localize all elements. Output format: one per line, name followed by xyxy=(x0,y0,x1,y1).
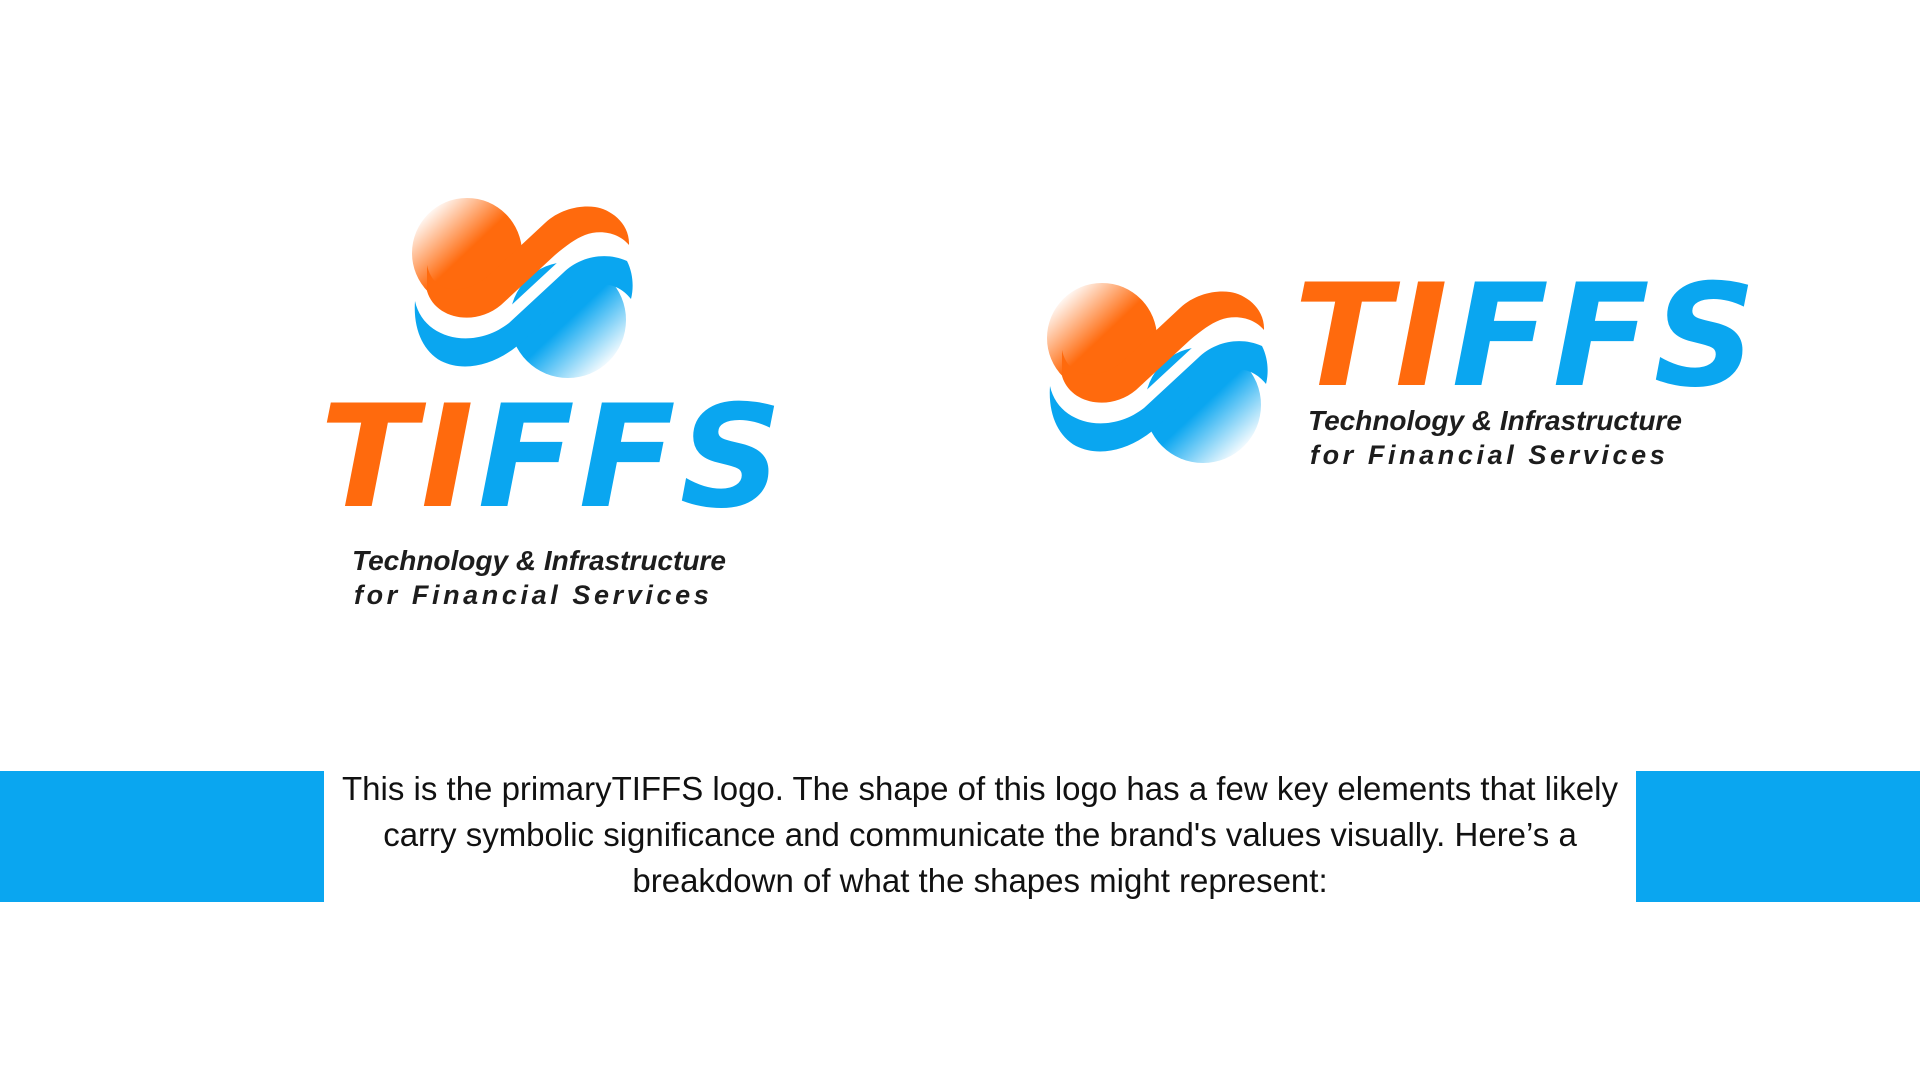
wordmark-orange-part: TI xyxy=(320,375,478,540)
accent-band-right xyxy=(1636,771,1920,902)
tiffs-wordmark: TIFFS xyxy=(320,387,782,529)
wordmark-blue-part: FFS xyxy=(1451,254,1760,419)
swoosh-s-mark-icon xyxy=(1040,280,1270,465)
wordmark-orange-part: TI xyxy=(1294,254,1452,419)
logo-description-caption: This is the primaryTIFFS logo. The shape… xyxy=(342,770,1618,899)
tiffs-wordmark: TIFFS xyxy=(1294,266,1756,408)
accent-band-left xyxy=(0,771,324,902)
tagline-line-2: for Financial Services xyxy=(1310,440,1669,470)
swoosh-s-mark-icon xyxy=(405,195,635,380)
logo-presentation-slide: TIFFS Technology & Infrastructure for Fi… xyxy=(0,0,1920,1080)
tagline-line-2: for Financial Services xyxy=(354,580,713,610)
tagline-line-1: Technology & Infrastructure xyxy=(1308,405,1682,436)
wordmark-blue-part: FFS xyxy=(477,375,786,540)
primary-logo-stacked: TIFFS Technology & Infrastructure for Fi… xyxy=(320,195,782,615)
tagline-line-1: Technology & Infrastructure xyxy=(352,545,726,576)
primary-logo-horizontal: TIFFS Technology & Infrastructure for Fi… xyxy=(1040,266,1756,470)
